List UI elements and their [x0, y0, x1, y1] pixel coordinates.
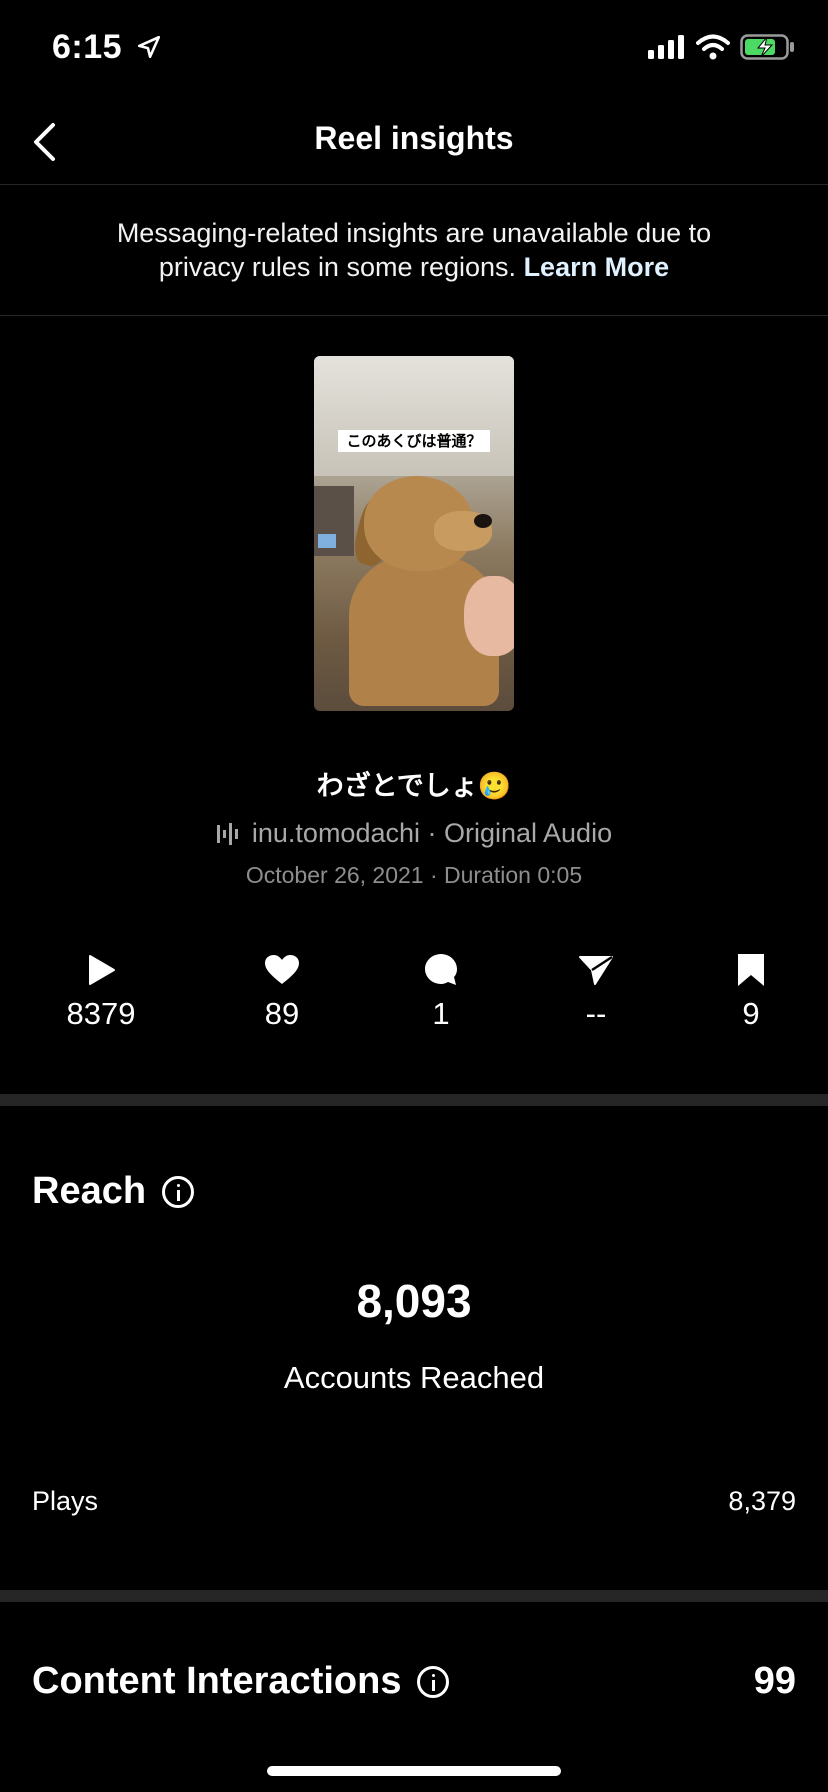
plays-value: 8,379	[728, 1486, 796, 1516]
bookmark-icon	[738, 954, 764, 986]
learn-more-link[interactable]: Learn More	[524, 252, 670, 282]
reach-heading: Reach	[32, 1170, 195, 1213]
stat-value: 89	[264, 996, 300, 1031]
accounts-reached-label: Accounts Reached	[283, 1360, 545, 1395]
wifi-icon	[696, 34, 730, 60]
reel-meta: October 26, 2021 · Duration 0:05	[245, 862, 583, 888]
notice-text: Messaging-related insights are unavailab…	[74, 216, 754, 284]
audio-waveform-icon	[216, 822, 238, 845]
stat-value: 9	[742, 996, 760, 1031]
section-divider	[0, 1094, 828, 1106]
stat-likes: 89	[212, 952, 352, 1032]
stat-value: --	[585, 996, 607, 1031]
location-arrow-icon	[137, 35, 161, 59]
stat-comments: 1	[371, 952, 511, 1032]
heart-icon	[265, 955, 299, 984]
reel-caption: わざとでしょ🥲	[316, 771, 512, 802]
stat-shares: --	[526, 952, 666, 1032]
stat-value: 1	[432, 996, 450, 1031]
stat-value: 8379	[66, 996, 136, 1031]
signal-icon	[648, 35, 684, 59]
share-icon	[579, 955, 613, 985]
thumbnail-screen	[318, 534, 336, 548]
status-time-text: 6:15	[52, 28, 123, 66]
audio-info[interactable]: inu.tomodachi · Original Audio	[0, 818, 828, 849]
content-interactions-title: Content Interactions	[32, 1660, 402, 1702]
stat-plays: 8379	[31, 952, 171, 1032]
thumbnail-background	[314, 356, 514, 476]
accounts-reached-value: 8,093	[356, 1275, 472, 1327]
reel-thumbnail[interactable]: このあくびは普通？	[314, 356, 514, 711]
reel-overlay-text: このあくびは普通？	[338, 430, 490, 452]
header: Reel insights	[0, 100, 828, 185]
info-icon[interactable]	[162, 1175, 195, 1208]
comment-icon	[425, 954, 457, 985]
hand	[464, 576, 514, 656]
status-icons	[648, 34, 796, 60]
play-icon	[89, 955, 115, 985]
engagement-stats: 8379 89 1 -- 9	[0, 952, 828, 1032]
info-icon[interactable]	[417, 1665, 450, 1698]
battery-charging-icon	[740, 34, 794, 60]
status-time: 6:15	[52, 28, 162, 67]
audio-label: inu.tomodachi · Original Audio	[251, 818, 613, 848]
content-interactions-heading: Content Interactions	[32, 1660, 450, 1703]
plays-label: Plays	[32, 1486, 99, 1516]
home-indicator[interactable]	[267, 1766, 561, 1776]
stat-saves: 9	[681, 952, 821, 1032]
privacy-notice: Messaging-related insights are unavailab…	[0, 185, 828, 316]
content-interactions-value: 99	[753, 1660, 796, 1702]
dog-nose	[474, 514, 492, 528]
reach-title: Reach	[32, 1170, 147, 1212]
section-divider	[0, 1590, 828, 1602]
page-title: Reel insights	[314, 120, 514, 156]
